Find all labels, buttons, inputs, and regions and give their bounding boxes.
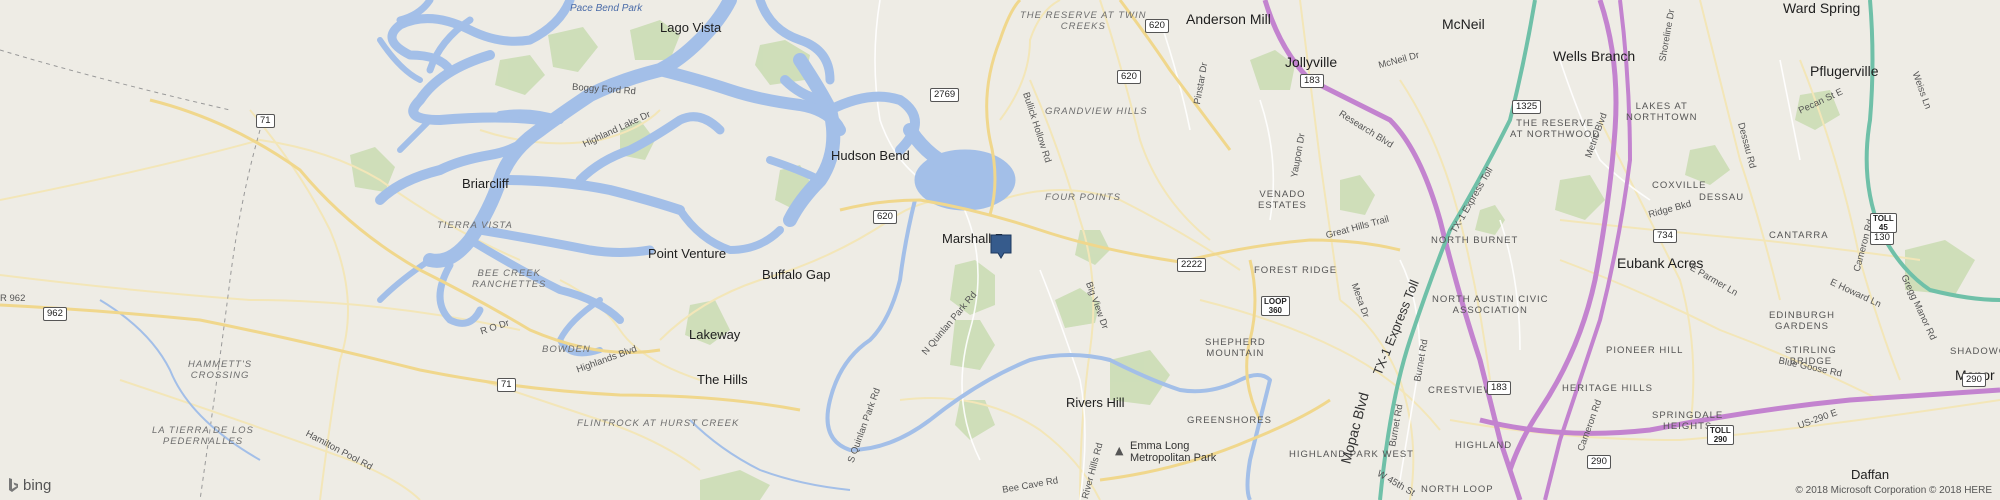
map-view[interactable]: Lago Vista Briarcliff Hudson Bend Point …: [0, 0, 2000, 500]
place-daffan: Daffan: [1851, 467, 1890, 482]
place-point-venture: Point Venture: [648, 246, 727, 261]
area-crestview: CRESTVIEW: [1428, 385, 1494, 396]
shield-962: 962: [43, 307, 67, 321]
area-coxville: COXVILLE: [1652, 180, 1707, 191]
area-highland: HIGHLAND: [1455, 440, 1513, 451]
place-rivers-hill: Rivers Hill: [1066, 395, 1125, 410]
map-attribution: © 2018 Microsoft Corporation © 2018 HERE: [1795, 485, 1993, 496]
shield-2769: 2769: [930, 88, 960, 102]
area-reserve-twin-creeks: THE RESERVE AT TWIN CREEKS: [1020, 10, 1147, 32]
shield-toll-290: TOLL 290: [1707, 425, 1734, 445]
place-pflugerville: Pflugerville: [1810, 63, 1879, 79]
shield-183-south: 183: [1487, 381, 1511, 395]
shield-1325: 1325: [1512, 100, 1542, 114]
park-icon: ▲: [1115, 444, 1124, 457]
label-pace-bend-park: Pace Bend Park: [570, 3, 643, 14]
area-bee-creek: BEE CREEK RANCHETTES: [472, 268, 547, 290]
area-venado-estates: VENADO ESTATES: [1258, 189, 1307, 211]
bing-logo-icon: [9, 478, 18, 492]
shield-183-north: 183: [1300, 74, 1324, 88]
shield-620-north: 620: [1145, 19, 1169, 33]
shield-620-south: 620: [873, 210, 897, 224]
place-jollyville: Jollyville: [1285, 54, 1338, 70]
area-hammetts: HAMMETT'S CROSSING: [188, 359, 253, 381]
shield-71-south: 71: [497, 378, 516, 392]
area-greenshores: GREENSHORES: [1187, 415, 1272, 426]
area-cantarra: CANTARRA: [1769, 230, 1829, 241]
place-wells-branch: Wells Branch: [1553, 48, 1636, 64]
place-hudson-bend: Hudson Bend: [831, 148, 910, 163]
shield-loop-360: LOOP 360: [1261, 296, 1290, 316]
shield-290-east: 290: [1962, 373, 1986, 387]
area-four-points: FOUR POINTS: [1045, 192, 1121, 203]
place-briarcliff: Briarcliff: [462, 176, 509, 191]
label-r-962: R 962: [0, 293, 26, 304]
area-edinburgh: EDINBURGH GARDENS: [1769, 310, 1836, 332]
shield-620-mid: 620: [1117, 70, 1141, 84]
shield-2222: 2222: [1177, 258, 1207, 272]
property-marker-icon[interactable]: [990, 234, 1012, 260]
area-north-austin-civic: NORTH AUSTIN CIVIC ASSOCIATION: [1432, 294, 1549, 316]
area-forest-ridge: FOREST RIDGE: [1254, 265, 1338, 276]
place-lakeway: Lakeway: [689, 327, 741, 342]
shield-734: 734: [1653, 229, 1677, 243]
shield-71-north: 71: [256, 114, 275, 128]
area-pioneer-hill: PIONEER HILL: [1606, 345, 1684, 356]
place-lago-vista: Lago Vista: [660, 20, 722, 35]
place-anderson-mill: Anderson Mill: [1186, 11, 1271, 27]
label-emma-long-park: Emma Long Metropolitan Park: [1130, 440, 1217, 464]
area-tierra-vista: TIERRA VISTA: [437, 220, 513, 231]
place-mcneil: McNeil: [1442, 16, 1485, 32]
area-shepherd-mountain: SHEPHERD MOUNTAIN: [1205, 337, 1266, 359]
place-the-hills: The Hills: [697, 372, 748, 387]
area-shadowglen: SHADOWG: [1950, 346, 2000, 357]
area-flintrock: FLINTROCK AT HURST CREEK: [577, 418, 740, 429]
area-heritage-hills: HERITAGE HILLS: [1562, 383, 1653, 394]
area-north-loop: NORTH LOOP: [1421, 484, 1494, 495]
bing-logo[interactable]: bing: [8, 477, 51, 494]
area-reserve-northwood: THE RESERVE AT NORTHWOOD: [1510, 118, 1601, 140]
shield-130: 130: [1870, 231, 1894, 245]
area-grandview-hills: GRANDVIEW HILLS: [1045, 106, 1148, 117]
area-dessau: DESSAU: [1699, 192, 1745, 203]
shield-toll-45: TOLL 45: [1870, 213, 1897, 233]
place-buffalo-gap: Buffalo Gap: [762, 267, 831, 282]
area-la-tierra: LA TIERRA DE LOS PEDERNALLES: [152, 425, 254, 447]
bing-logo-text: bing: [23, 477, 52, 494]
area-bowden: BOWDEN: [542, 344, 591, 355]
place-ward-spring: Ward Spring: [1783, 0, 1861, 16]
shield-290-west: 290: [1587, 455, 1611, 469]
major-roads: [0, 0, 1401, 482]
area-north-burnet: NORTH BURNET: [1431, 235, 1519, 246]
area-lakes-northtown: LAKES AT NORTHTOWN: [1626, 101, 1698, 123]
